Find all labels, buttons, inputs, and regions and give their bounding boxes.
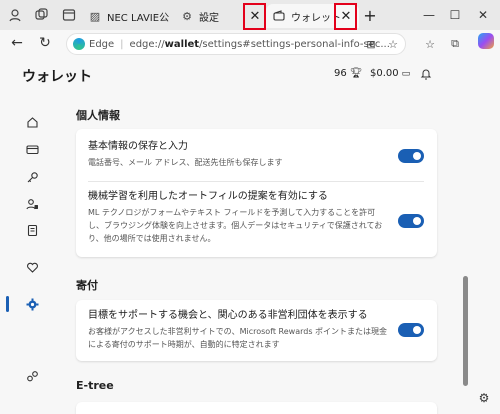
trophy-icon: 🏆︎ — [349, 68, 363, 79]
setting-title: 機械学習を利用したオートフィルの提案を有効にする — [88, 191, 328, 202]
active-indicator — [6, 296, 9, 312]
new-tab-button[interactable]: + — [361, 6, 379, 25]
wallet-page: ウォレット 96 🏆︎ $0.00 ▭ 個人情報 基本情報の保存と入力 電話番号… — [0, 56, 500, 414]
scrollbar-thumb[interactable] — [463, 276, 468, 386]
balance-display[interactable]: $0.00 ▭ — [370, 68, 410, 79]
toggle-knob — [413, 217, 421, 225]
settings-gear-icon[interactable] — [24, 296, 40, 312]
tab-label: NEC LAVIE公 — [107, 12, 170, 24]
gear-icon: ⚙ — [182, 9, 192, 23]
profile-icon[interactable] — [6, 6, 24, 24]
donation-card: 目標をサポートする機会と、関心のある非営利団体を表示する お客様がアクセスした非… — [76, 300, 437, 361]
tab-settings[interactable]: ⚙ 設定 — [180, 4, 240, 28]
address-separator: | — [120, 38, 124, 50]
personal-info-icon[interactable] — [24, 196, 40, 212]
minimize-icon[interactable]: — — [420, 6, 438, 24]
tab-bar: ▨ NEC LAVIE公 ⚙ 設定 ✕ ウォレット ✕ + — ☐ ✕ — [0, 0, 500, 30]
notification-bell-icon[interactable] — [420, 68, 432, 80]
workspaces-icon[interactable] — [32, 6, 50, 24]
donation-toggle[interactable] — [398, 323, 424, 337]
setting-title: 基本情報の保存と入力 — [88, 141, 188, 152]
page-favicon-icon: ▨ — [89, 9, 101, 23]
section-title: 寄付 — [76, 279, 98, 292]
home-icon[interactable] — [24, 114, 40, 130]
toggle-knob — [413, 152, 421, 160]
app-available-icon[interactable]: ⊞ — [364, 37, 378, 51]
collections-icon[interactable]: ⧉ — [448, 37, 462, 51]
wallet-icon — [272, 9, 286, 23]
tab-actions-icon[interactable] — [60, 6, 78, 24]
rewards-points[interactable]: 96 🏆︎ — [334, 68, 362, 79]
payment-card-icon[interactable] — [24, 141, 40, 157]
points-value: 96 — [334, 68, 347, 79]
personal-info-card: 基本情報の保存と入力 電話番号、メール アドレス、配送先住所も保存します 機械学… — [76, 129, 437, 257]
settings-corner-gear-icon[interactable]: ⚙ — [476, 390, 492, 406]
key-icon[interactable] — [24, 169, 40, 185]
balance-value: $0.00 — [370, 68, 399, 79]
setting-row: 基本情報の保存と入力 電話番号、メール アドレス、配送先住所も保存します — [88, 140, 424, 169]
share-link-icon[interactable] — [24, 368, 40, 384]
address-brand: Edge — [89, 38, 115, 50]
setting-title: 目標をサポートする機会と、関心のある非営利団体を表示する — [88, 310, 368, 321]
address-url: edge://wallet/settings#settings-personal… — [129, 38, 390, 50]
navigation-bar: ← ↻ Edge | edge://wallet/settings#settin… — [0, 30, 500, 56]
back-arrow-icon[interactable]: ← — [8, 34, 26, 52]
setting-description: お客様がアクセスした非営利サイトでの、Microsoft Rewards ポイン… — [88, 327, 388, 349]
receipt-icon[interactable] — [24, 222, 40, 238]
maximize-icon[interactable]: ☐ — [446, 6, 464, 24]
divider — [88, 181, 424, 182]
e-tree-card — [76, 402, 437, 414]
setting-description: ML テクノロジがフォームやテキスト フィールドを予測して入力することを許可し、… — [88, 208, 383, 243]
tab-close-icon[interactable]: ✕ — [337, 7, 355, 25]
page-title: ウォレット — [22, 69, 92, 85]
favorite-star-icon[interactable]: ☆ — [386, 37, 400, 51]
tab-close-icon[interactable]: ✕ — [246, 7, 264, 25]
copilot-icon[interactable] — [478, 33, 494, 49]
setting-row: 機械学習を利用したオートフィルの提案を有効にする ML テクノロジがフォームやテ… — [88, 190, 424, 245]
save-basic-info-toggle[interactable] — [398, 149, 424, 163]
window-close-icon[interactable]: ✕ — [474, 6, 492, 24]
section-title: 個人情報 — [76, 109, 120, 122]
heart-icon[interactable] — [24, 259, 40, 275]
edge-logo-icon — [73, 38, 85, 50]
card-icon: ▭ — [401, 68, 411, 79]
address-bar[interactable]: Edge | edge://wallet/settings#settings-p… — [66, 33, 406, 55]
favorites-icon[interactable]: ☆ — [423, 37, 437, 51]
refresh-icon[interactable]: ↻ — [36, 34, 54, 52]
toggle-knob — [413, 326, 421, 334]
tab-label: 設定 — [199, 12, 219, 24]
setting-row: 目標をサポートする機会と、関心のある非営利団体を表示する お客様がアクセスした非… — [88, 309, 424, 351]
tab-nec-lavie[interactable]: ▨ NEC LAVIE公 — [88, 4, 174, 28]
ml-autofill-toggle[interactable] — [398, 214, 424, 228]
setting-description: 電話番号、メール アドレス、配送先住所も保存します — [88, 158, 283, 167]
section-title: E-tree — [76, 379, 114, 392]
